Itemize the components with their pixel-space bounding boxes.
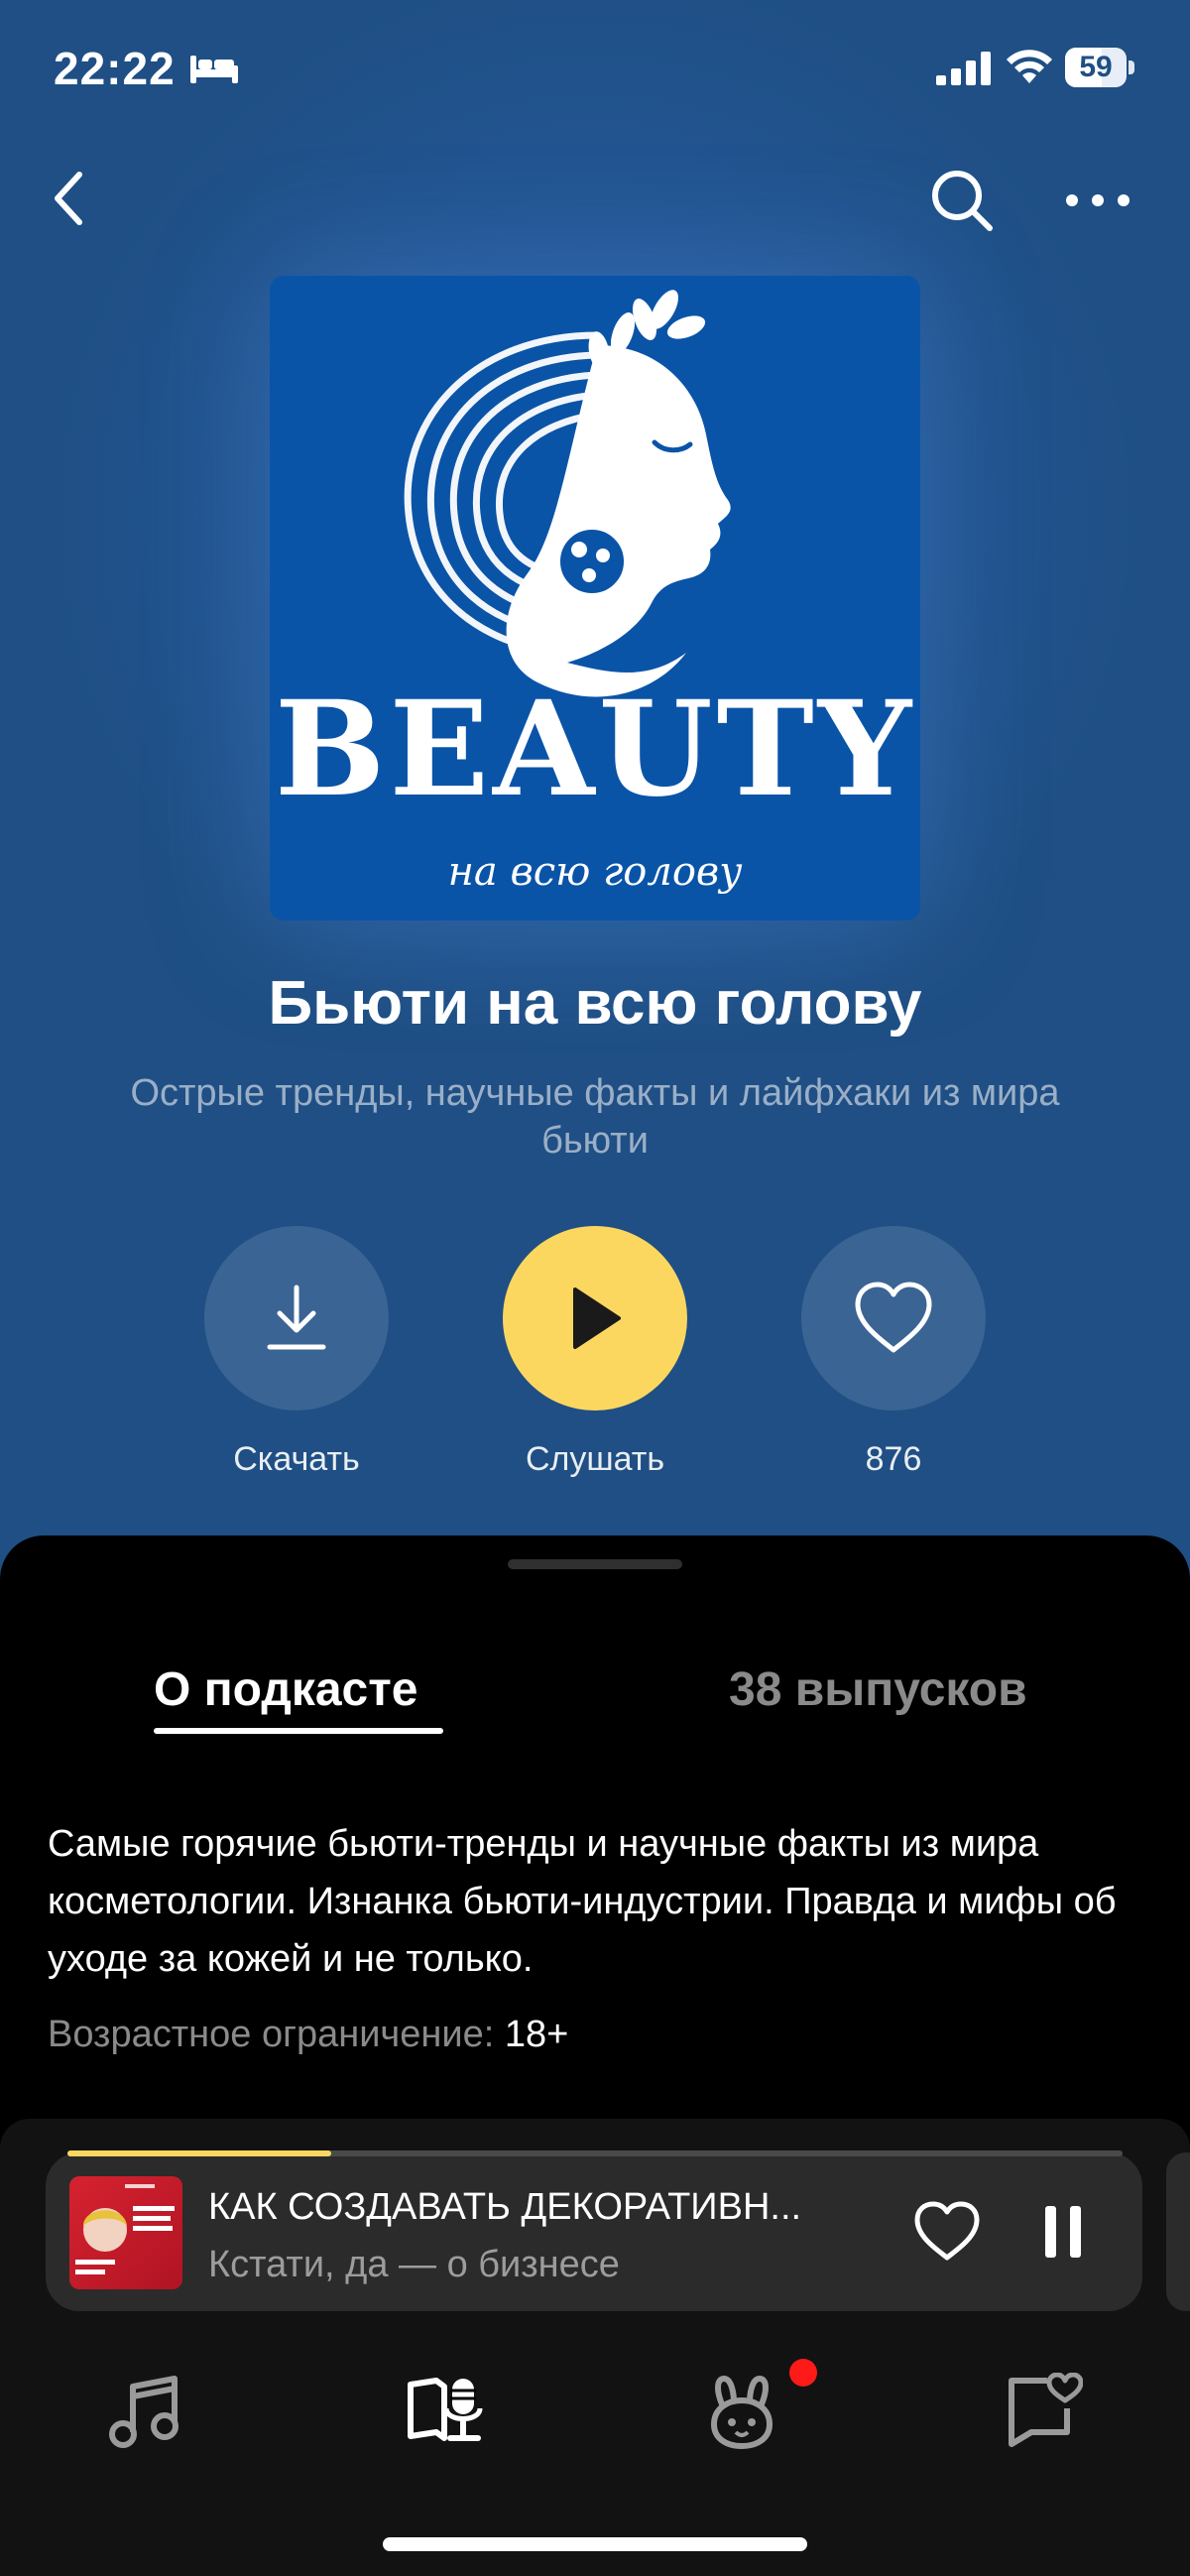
- search-icon[interactable]: [928, 167, 996, 234]
- back-icon[interactable]: [44, 167, 99, 230]
- episode-artwork: [69, 2176, 182, 2289]
- play-icon: [573, 1288, 621, 1349]
- next-player-card[interactable]: [1166, 2152, 1190, 2311]
- podcast-description: Острые тренды, научные факты и лайфхаки …: [130, 1072, 1060, 1162]
- download-button[interactable]: Скачать: [204, 1226, 389, 1479]
- music-icon[interactable]: [105, 2373, 184, 2452]
- play-button[interactable]: Слушать: [503, 1226, 687, 1479]
- sheet-grabber[interactable]: [508, 1559, 682, 1569]
- age-limit-value: 18+: [504, 2014, 569, 2055]
- wifi-icon: [1007, 50, 1052, 83]
- podcast-title: Бьюти на всю голову: [268, 969, 922, 1038]
- podcasts-icon[interactable]: [407, 2373, 486, 2452]
- episode-show-name: Кстати, да — о бизнесе: [208, 2244, 620, 2285]
- about-description: Самые горячие бьюти-тренды и научные фак…: [48, 1823, 1117, 1980]
- more-icon[interactable]: [1063, 179, 1132, 222]
- active-tab-indicator: [154, 1728, 443, 1734]
- battery-level: 59: [1079, 51, 1113, 83]
- heart-icon: [855, 1282, 932, 1353]
- status-bar: 22:22 59: [0, 0, 1190, 139]
- tab-episodes[interactable]: 38 выпусков: [729, 1662, 1027, 1717]
- notification-badge: [789, 2359, 817, 2387]
- podcast-cover: BEAUTY на всю голову: [270, 276, 920, 920]
- status-time: 22:22: [54, 43, 176, 94]
- playback-progress[interactable]: [67, 2150, 1123, 2156]
- pause-icon[interactable]: [1043, 2202, 1083, 2262]
- tab-about[interactable]: О подкасте: [154, 1662, 417, 1717]
- download-icon: [267, 1285, 326, 1350]
- cover-subtitle: на всю голову: [447, 849, 743, 895]
- age-limit-label: Возрастное ограничение:: [48, 2014, 495, 2055]
- age-limit: Возрастное ограничение: 18+: [48, 2014, 568, 2056]
- home-indicator[interactable]: [383, 2537, 807, 2551]
- playback-progress-fill: [67, 2150, 331, 2156]
- heart-icon[interactable]: [912, 2200, 982, 2264]
- download-label: Скачать: [233, 1440, 360, 1478]
- cover-title: BEAUTY: [274, 673, 916, 826]
- collection-icon[interactable]: [1004, 2373, 1083, 2452]
- like-button[interactable]: 876: [801, 1226, 986, 1479]
- play-label: Слушать: [525, 1440, 665, 1478]
- bed-icon: [190, 56, 238, 83]
- kids-icon[interactable]: [702, 2373, 781, 2452]
- battery-icon: 59: [1065, 48, 1134, 87]
- episode-title: КАК СОЗДАВАТЬ ДЕКОРАТИВН...: [208, 2186, 802, 2228]
- likes-count: 876: [865, 1440, 922, 1478]
- signal-icon: [936, 52, 991, 85]
